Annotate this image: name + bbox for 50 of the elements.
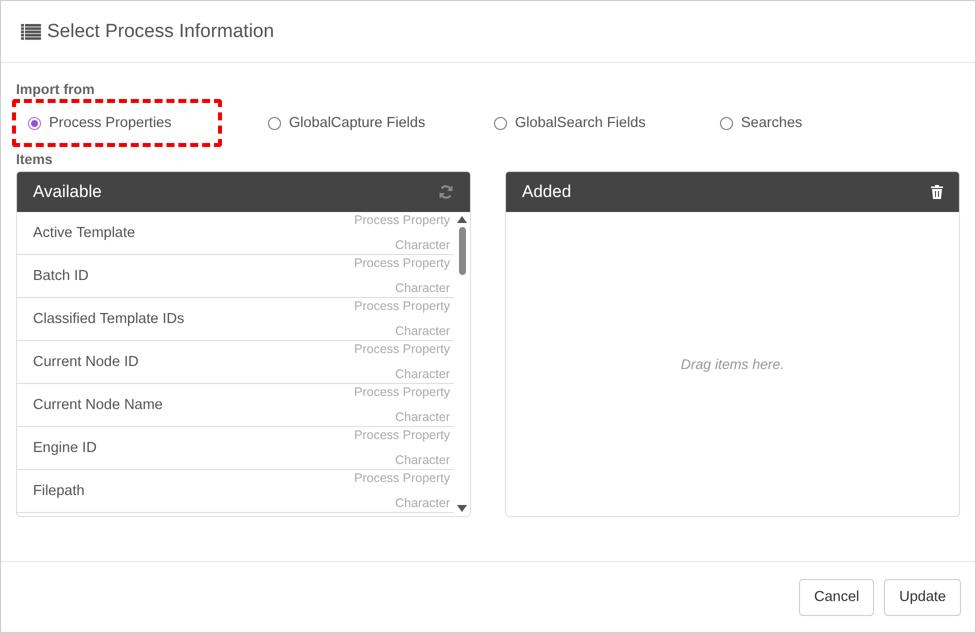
cancel-button[interactable]: Cancel: [799, 578, 874, 616]
scrollbar-thumb[interactable]: [458, 227, 466, 275]
import-from-label: Import from: [16, 81, 95, 97]
item-name: Active Template: [33, 225, 136, 241]
item-source: Process Property: [354, 299, 450, 313]
item-source: Process Property: [354, 342, 450, 356]
drop-placeholder: Drag items here.: [680, 356, 784, 372]
item-name: Engine ID: [33, 440, 97, 456]
list-item[interactable]: Active Template Process Property Character: [17, 212, 454, 255]
refresh-icon[interactable]: [438, 184, 454, 200]
radio-icon[interactable]: [28, 116, 41, 130]
radio-option[interactable]: Process Properties: [28, 115, 172, 131]
item-name: Classified Template IDs: [33, 311, 184, 327]
item-type: Character: [395, 453, 450, 467]
radio-option[interactable]: Searches: [720, 115, 802, 131]
radio-icon[interactable]: [268, 116, 281, 130]
item-type: Character: [395, 324, 450, 338]
update-button[interactable]: Update: [884, 578, 961, 616]
panel-title: Added: [522, 182, 572, 202]
item-source: Process Property: [354, 256, 450, 270]
radio-option[interactable]: GlobalSearch Fields: [494, 115, 646, 131]
list-item[interactable]: Batch ID Process Property Character: [17, 255, 454, 298]
item-name: Current Node Name: [33, 397, 163, 413]
list-icon: [21, 24, 41, 40]
list-item[interactable]: Classified Template IDs Process Property Character: [17, 298, 454, 341]
item-name: Batch ID: [33, 268, 89, 284]
item-source: Process Property: [354, 428, 450, 442]
item-type: Character: [395, 281, 450, 295]
item-source: Process Property: [354, 471, 450, 485]
radio-option[interactable]: GlobalCapture Fields: [268, 115, 426, 131]
item-source: Process Property: [354, 385, 450, 399]
item-source: Process Property: [354, 213, 450, 227]
list-item[interactable]: Current Node Name Process Property Character: [17, 384, 454, 427]
list-item[interactable]: Engine ID Process Property Character: [17, 427, 454, 470]
item-name: Filepath: [33, 483, 85, 499]
list-item[interactable]: Current Node ID Process Property Character: [17, 341, 454, 384]
radio-icon[interactable]: [720, 116, 733, 130]
list-item[interactable]: Filepath Process Property Character: [17, 470, 454, 513]
scroll-up-icon[interactable]: [457, 216, 467, 223]
trash-icon[interactable]: [931, 185, 943, 199]
radio-icon[interactable]: [494, 116, 507, 130]
panel-title: Available: [33, 182, 102, 202]
item-name: Current Node ID: [33, 354, 139, 370]
item-type: Character: [395, 410, 450, 424]
item-type: Character: [395, 238, 450, 252]
dialog-title: Select Process Information: [47, 20, 274, 42]
item-type: Character: [395, 367, 450, 381]
item-type: Character: [395, 496, 450, 510]
items-label: Items: [16, 151, 53, 167]
scroll-down-icon[interactable]: [457, 505, 467, 512]
